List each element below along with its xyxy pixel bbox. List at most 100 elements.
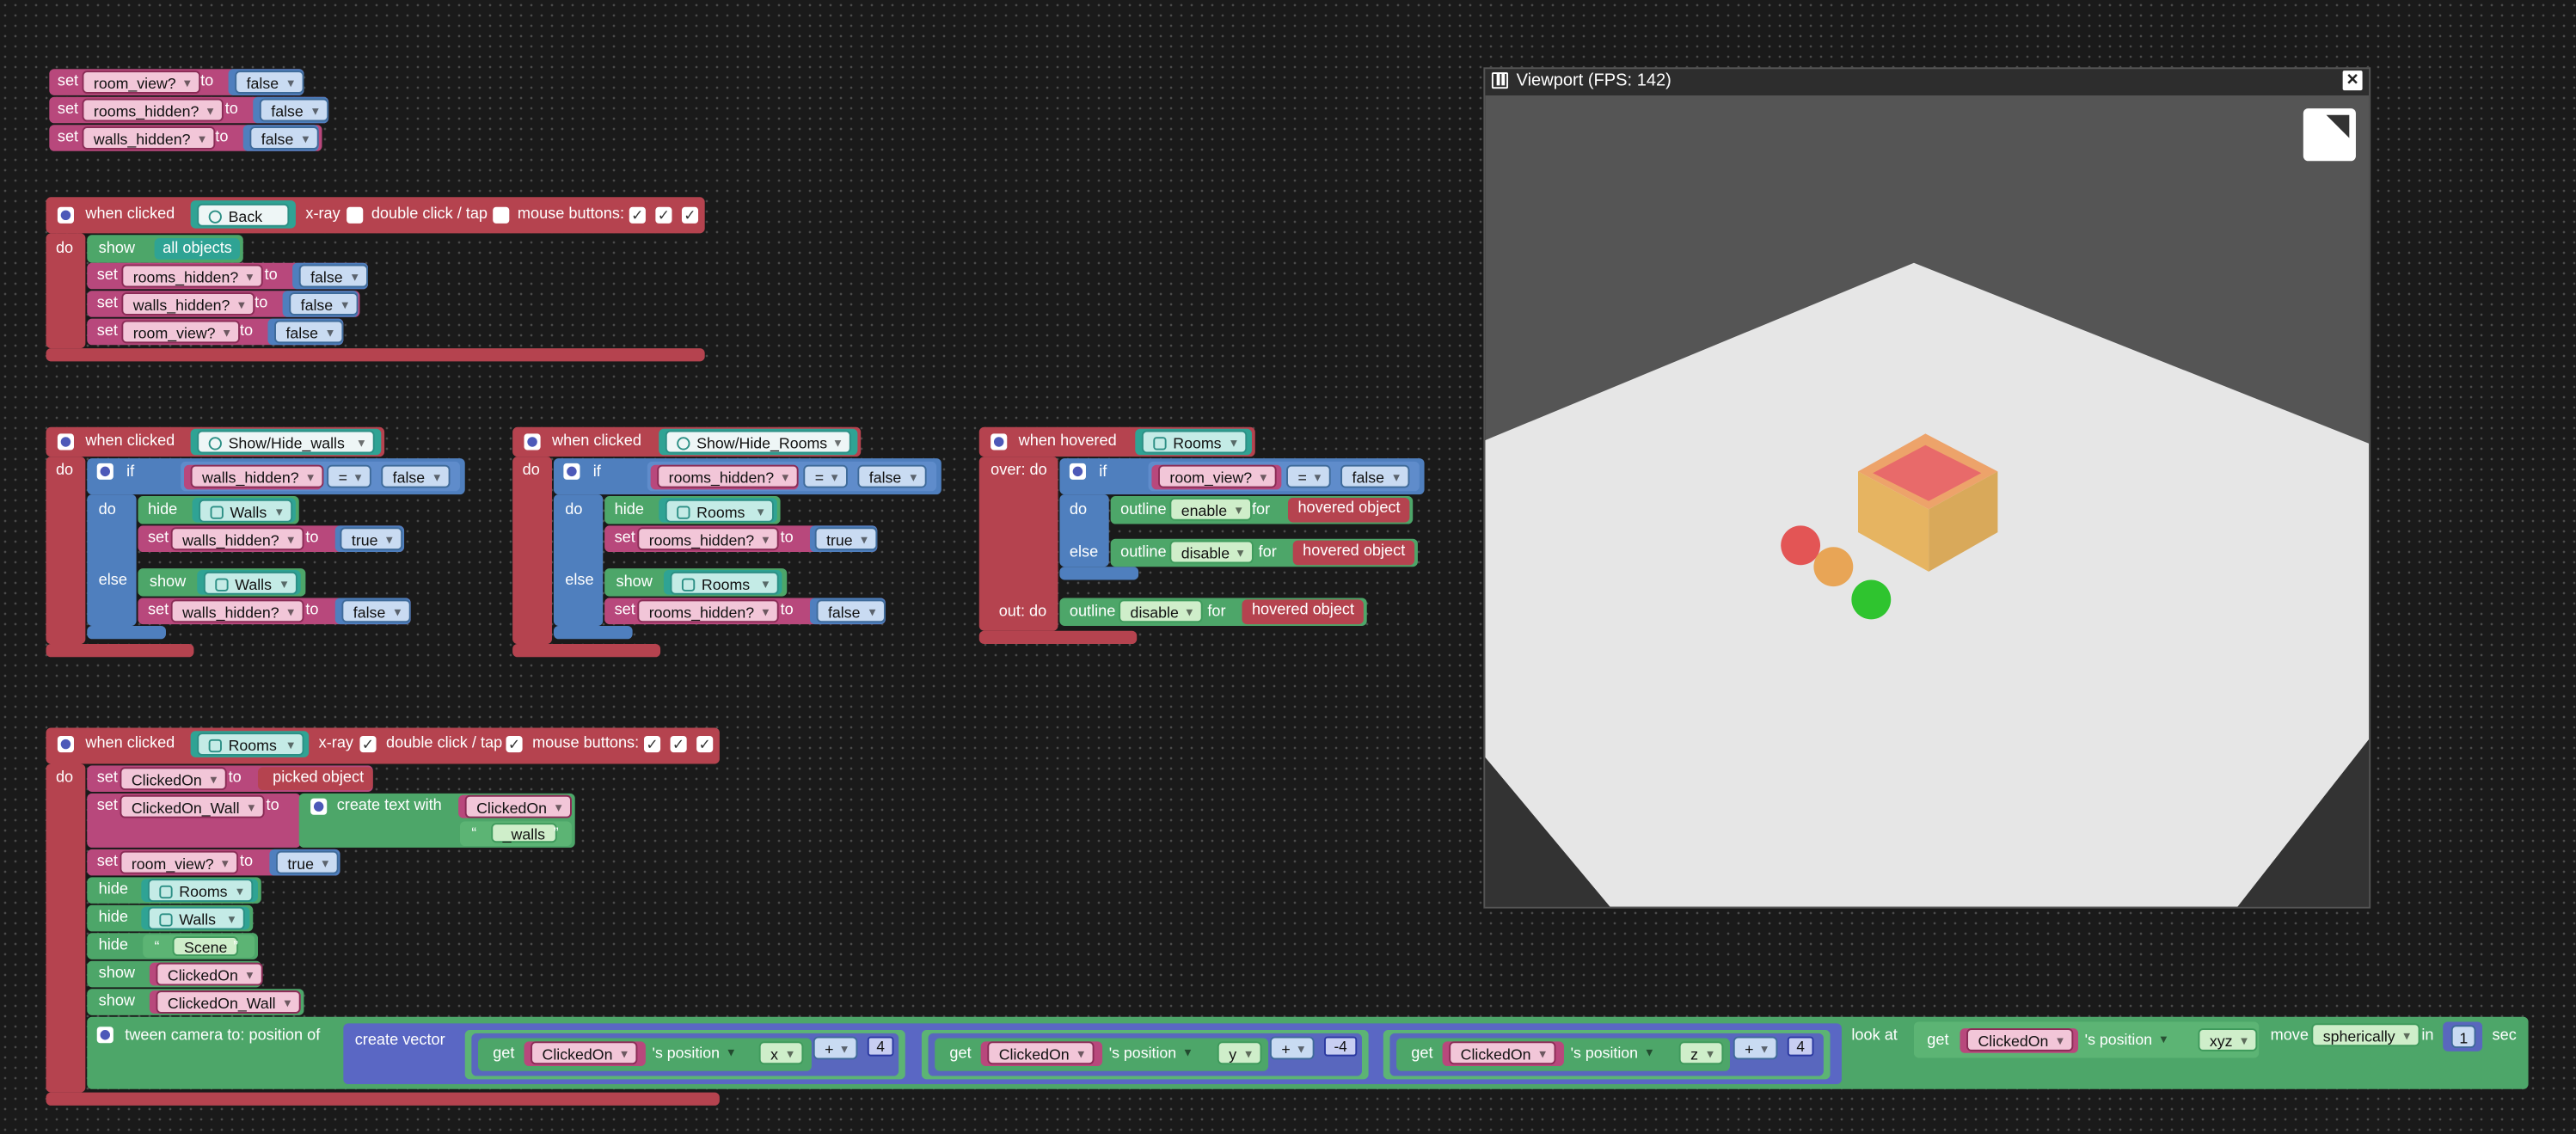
mouse-middle-checkbox[interactable]: ✓ bbox=[655, 206, 672, 224]
object-dropdown[interactable]: Rooms bbox=[665, 499, 774, 523]
property-dropdown[interactable]: 's position bbox=[1567, 1041, 1661, 1064]
object-field[interactable]: Back bbox=[197, 203, 290, 227]
operator-dropdown[interactable]: + bbox=[1269, 1036, 1316, 1060]
gear-icon[interactable] bbox=[563, 463, 580, 480]
operator-dropdown[interactable]: + bbox=[813, 1036, 859, 1060]
variable-dropdown[interactable]: room_view? bbox=[82, 70, 201, 94]
mouse-middle-checkbox[interactable]: ✓ bbox=[670, 735, 687, 753]
boolean-dropdown[interactable]: false bbox=[857, 464, 926, 488]
object-dropdown[interactable]: Walls bbox=[203, 571, 297, 595]
close-icon[interactable]: × bbox=[2342, 69, 2363, 91]
gear-icon[interactable] bbox=[96, 463, 113, 480]
boolean-dropdown[interactable]: false bbox=[235, 70, 304, 94]
variable-dropdown[interactable]: ClickedOn bbox=[1966, 1028, 2074, 1051]
operator-dropdown[interactable]: = bbox=[1286, 464, 1332, 488]
object-dropdown[interactable]: Show/Hide_Rooms bbox=[665, 430, 851, 454]
property-dropdown[interactable]: 's position bbox=[649, 1041, 743, 1064]
boolean-dropdown[interactable]: true bbox=[340, 527, 403, 551]
variable-dropdown[interactable]: ClickedOn_Wall bbox=[120, 794, 265, 818]
variable-dropdown[interactable]: ClickedOn bbox=[120, 767, 227, 791]
fullscreen-button[interactable] bbox=[2303, 108, 2356, 162]
number-field[interactable]: 4 bbox=[867, 1036, 894, 1057]
boolean-dropdown[interactable]: false bbox=[298, 264, 368, 288]
variable-dropdown[interactable]: ClickedOn bbox=[156, 962, 263, 986]
property-dropdown[interactable]: 's position bbox=[2082, 1028, 2175, 1051]
gear-icon[interactable] bbox=[96, 1027, 113, 1044]
variable-dropdown[interactable]: ClickedOn bbox=[1449, 1041, 1556, 1065]
variable-dropdown[interactable]: ClickedOn_Wall bbox=[156, 990, 301, 1014]
blocks-workspace[interactable]: set room_view? to false set rooms_hidden… bbox=[0, 0, 2576, 1133]
text-field[interactable]: Scene bbox=[172, 936, 239, 957]
boolean-dropdown[interactable]: false bbox=[381, 464, 450, 488]
operator-dropdown[interactable]: = bbox=[803, 464, 849, 488]
viewport-header[interactable]: Viewport (FPS: 142) × bbox=[1485, 69, 2369, 92]
variable-dropdown[interactable]: walls_hidden? bbox=[121, 292, 255, 316]
variable-dropdown[interactable]: ClickedOn bbox=[987, 1041, 1095, 1065]
number-field[interactable]: -4 bbox=[1324, 1036, 1358, 1057]
outline-mode-dropdown[interactable]: disable bbox=[1169, 540, 1254, 564]
variable-dropdown[interactable]: rooms_hidden? bbox=[637, 599, 779, 623]
property-dropdown[interactable]: 's position bbox=[1106, 1041, 1199, 1064]
gear-icon[interactable] bbox=[310, 798, 328, 815]
boolean-dropdown[interactable]: false bbox=[816, 599, 886, 623]
text-field[interactable]: _walls bbox=[491, 823, 557, 843]
axis-dropdown[interactable]: z bbox=[1678, 1041, 1723, 1065]
object-dropdown[interactable]: Rooms bbox=[670, 571, 779, 595]
gear-icon[interactable] bbox=[57, 206, 74, 224]
boolean-dropdown[interactable]: true bbox=[814, 527, 878, 551]
number-field[interactable]: 4 bbox=[1787, 1036, 1814, 1057]
outline-mode-dropdown[interactable]: disable bbox=[1119, 599, 1204, 623]
variable-dropdown[interactable]: room_view? bbox=[120, 850, 239, 874]
variable-dropdown[interactable]: walls_hidden? bbox=[170, 599, 304, 623]
object-dropdown[interactable]: Rooms bbox=[197, 733, 304, 756]
double-click-checkbox[interactable]: ✓ bbox=[506, 735, 523, 753]
variable-dropdown[interactable]: room_view? bbox=[121, 320, 241, 344]
variable-dropdown[interactable]: rooms_hidden? bbox=[121, 264, 263, 288]
variable-dropdown[interactable]: rooms_hidden? bbox=[657, 464, 799, 488]
variable-dropdown[interactable]: walls_hidden? bbox=[82, 126, 216, 150]
double-click-checkbox[interactable] bbox=[493, 206, 510, 224]
object-dropdown[interactable]: Walls bbox=[199, 499, 293, 523]
gear-icon[interactable] bbox=[524, 433, 541, 451]
show-keyword: show bbox=[616, 573, 653, 592]
boolean-dropdown[interactable]: false bbox=[249, 126, 318, 150]
variable-dropdown[interactable]: rooms_hidden? bbox=[82, 98, 224, 122]
operator-dropdown[interactable]: = bbox=[327, 464, 372, 488]
mouse-right-checkbox[interactable]: ✓ bbox=[681, 206, 699, 224]
object-dropdown[interactable]: Walls bbox=[147, 906, 245, 930]
object-dropdown[interactable]: Rooms bbox=[147, 879, 254, 902]
variable-dropdown[interactable]: room_view? bbox=[1158, 464, 1277, 488]
boolean-dropdown[interactable]: false bbox=[1340, 464, 1409, 488]
axis-dropdown[interactable]: y bbox=[1217, 1041, 1261, 1065]
outline-mode-dropdown[interactable]: enable bbox=[1169, 497, 1252, 521]
mouse-right-checkbox[interactable]: ✓ bbox=[696, 735, 714, 753]
boolean-dropdown[interactable]: false bbox=[289, 292, 358, 316]
mouse-left-checkbox[interactable]: ✓ bbox=[643, 735, 661, 753]
axis-dropdown[interactable]: x bbox=[758, 1041, 803, 1065]
move-mode-dropdown[interactable]: spherically bbox=[2311, 1023, 2420, 1047]
gear-icon[interactable] bbox=[991, 433, 1008, 451]
variable-dropdown[interactable]: walls_hidden? bbox=[190, 464, 324, 488]
gear-icon[interactable] bbox=[57, 735, 74, 753]
all-objects-block[interactable]: all objects bbox=[154, 238, 240, 260]
duration-field[interactable]: 1 bbox=[2450, 1025, 2476, 1049]
viewport-canvas[interactable] bbox=[1485, 95, 2370, 907]
variable-dropdown[interactable]: ClickedOn bbox=[464, 794, 572, 818]
xray-checkbox[interactable] bbox=[347, 206, 364, 224]
boolean-dropdown[interactable]: false bbox=[259, 98, 328, 122]
operator-dropdown[interactable]: + bbox=[1733, 1036, 1779, 1060]
boolean-dropdown[interactable]: false bbox=[274, 320, 343, 344]
gear-icon[interactable] bbox=[1069, 463, 1086, 480]
gear-icon[interactable] bbox=[57, 433, 74, 451]
mouse-left-checkbox[interactable]: ✓ bbox=[629, 206, 646, 224]
object-dropdown[interactable]: Show/Hide_walls bbox=[197, 430, 375, 454]
variable-dropdown[interactable]: walls_hidden? bbox=[170, 527, 304, 551]
axis-dropdown[interactable]: xyz bbox=[2198, 1028, 2258, 1051]
variable-dropdown[interactable]: ClickedOn bbox=[531, 1041, 638, 1065]
boolean-dropdown[interactable]: true bbox=[275, 850, 339, 874]
xray-checkbox[interactable]: ✓ bbox=[359, 735, 377, 753]
boolean-dropdown[interactable]: false bbox=[341, 599, 410, 623]
object-dropdown[interactable]: Rooms bbox=[1141, 430, 1248, 454]
variable-dropdown[interactable]: rooms_hidden? bbox=[637, 527, 779, 551]
viewport-panel[interactable]: Viewport (FPS: 142) × bbox=[1483, 67, 2371, 909]
